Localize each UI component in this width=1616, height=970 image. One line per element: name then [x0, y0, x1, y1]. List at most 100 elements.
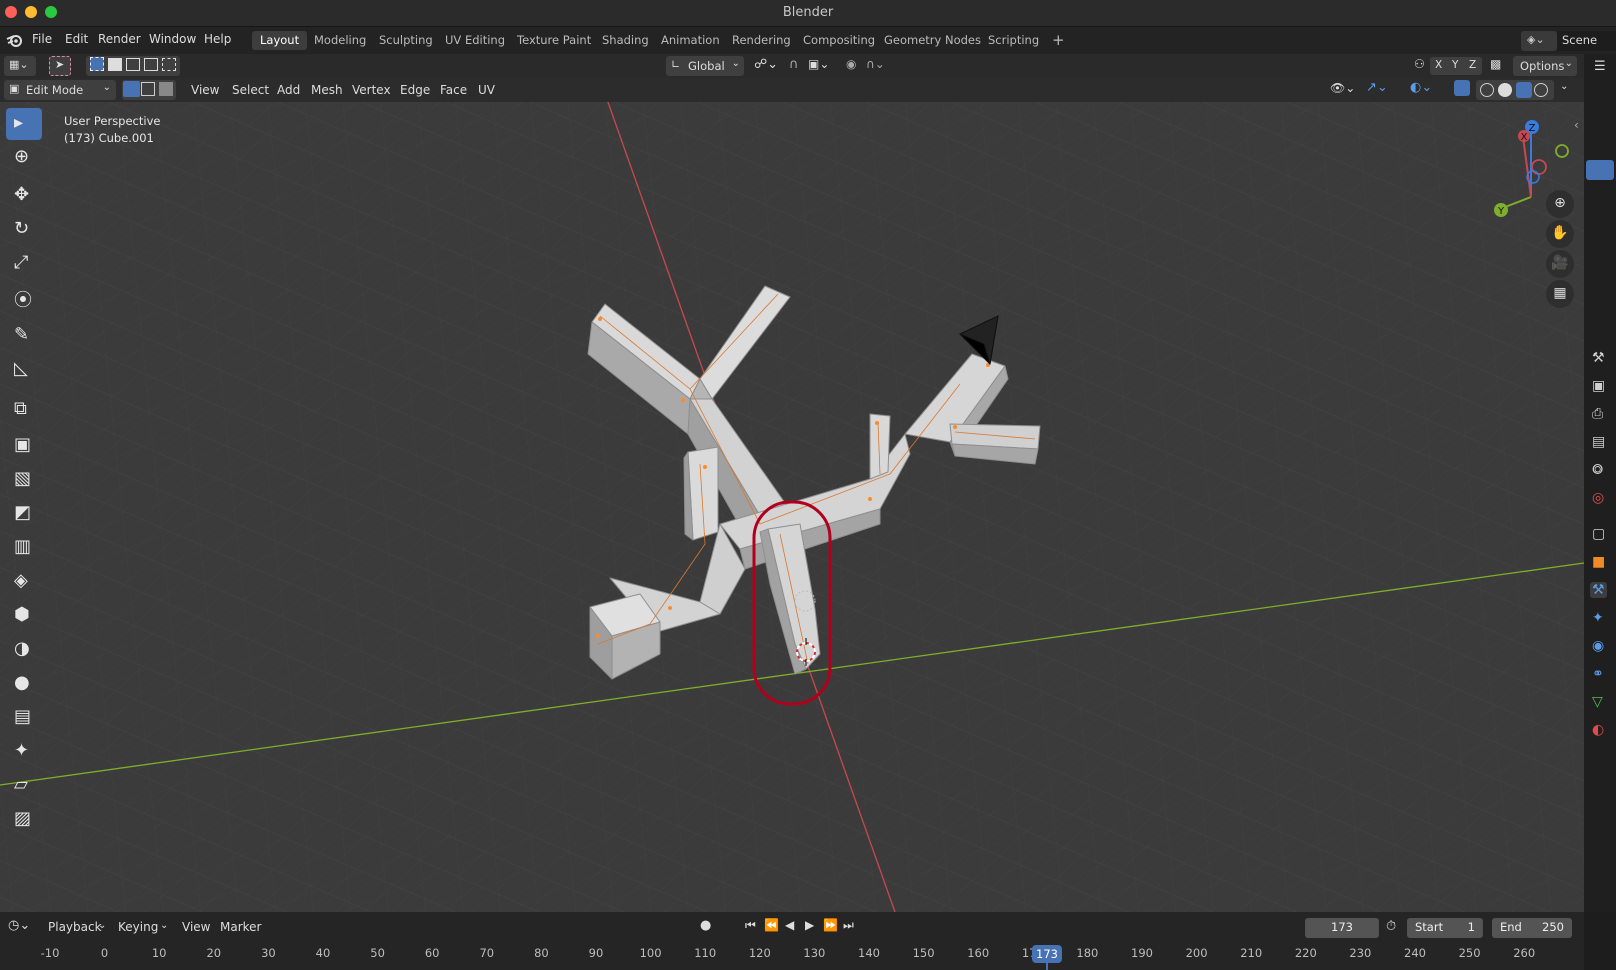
menu-vertex[interactable]: Vertex: [352, 83, 391, 97]
zoom-icon[interactable]: ⊕: [1546, 190, 1574, 218]
face-select-icon[interactable]: [159, 82, 173, 96]
constraints-icon[interactable]: ⚭: [1592, 666, 1604, 682]
mirror-y-button[interactable]: Y: [1452, 59, 1458, 71]
tool-transform[interactable]: ⦿: [6, 282, 42, 314]
tool-knife[interactable]: ◈: [6, 566, 42, 598]
solid-shading-icon[interactable]: [1498, 83, 1512, 97]
render-icon[interactable]: ▣: [1592, 378, 1605, 394]
particles-icon[interactable]: ✦: [1592, 610, 1604, 626]
menu-edit[interactable]: Edit: [65, 32, 88, 46]
tool-select-box[interactable]: ▸: [6, 108, 42, 140]
mirror-z-button[interactable]: Z: [1469, 59, 1476, 71]
auto-merge-icon[interactable]: ▩: [1490, 57, 1501, 71]
tool-extrude[interactable]: ▣: [6, 430, 42, 462]
tab-scripting[interactable]: Scripting: [980, 31, 1047, 50]
wireframe-shading-icon[interactable]: [1480, 83, 1494, 97]
output-icon[interactable]: ⎙: [1592, 406, 1603, 422]
tool-inset[interactable]: ▧: [6, 464, 42, 496]
gizmo-toggle-icon[interactable]: ↗⌄: [1366, 80, 1388, 95]
frame-ruler[interactable]: -10 0 10 20 30 40 50 60 70 80 90 100 110 120 130 140 150…: [0, 912, 1584, 970]
mode-dropdown[interactable]: ▣ Edit Mode ⌄: [4, 80, 116, 100]
mirror-x-button[interactable]: X: [1435, 59, 1442, 71]
mirror-icon[interactable]: ⚇: [1414, 57, 1425, 71]
menu-window[interactable]: Window: [149, 32, 196, 46]
tool-smooth[interactable]: ●: [6, 668, 42, 700]
playhead-frame-indicator[interactable]: 173: [1032, 945, 1062, 963]
material-preview-icon[interactable]: [1516, 82, 1532, 98]
select-new-icon[interactable]: [90, 57, 104, 71]
tool-annotate[interactable]: ✎: [6, 320, 42, 352]
selection-mode-buttons[interactable]: [86, 56, 180, 76]
menu-select[interactable]: Select: [232, 83, 269, 97]
outliner-icon[interactable]: ☰: [1594, 59, 1606, 74]
select-subtract-icon[interactable]: [126, 58, 140, 71]
selected-item-icon[interactable]: [1586, 160, 1614, 180]
tool-add-cube[interactable]: ⧉: [6, 394, 42, 426]
menu-face[interactable]: Face: [440, 83, 467, 97]
menu-mesh[interactable]: Mesh: [311, 83, 343, 97]
tab-uv-editing[interactable]: UV Editing: [437, 31, 513, 50]
physics-icon[interactable]: ◉: [1592, 638, 1604, 654]
visibility-icon[interactable]: 👁⌄: [1330, 81, 1355, 95]
select-extend-icon[interactable]: [108, 58, 122, 71]
falloff-icon[interactable]: ∩⌄: [866, 57, 885, 71]
shading-mode-buttons[interactable]: [1476, 80, 1554, 100]
tab-sculpting[interactable]: Sculpting: [371, 31, 441, 50]
pan-hand-icon[interactable]: ✋: [1546, 220, 1574, 248]
tool-edge-slide[interactable]: ▤: [6, 702, 42, 734]
tool-move[interactable]: ✥: [6, 180, 42, 212]
tab-modeling[interactable]: Modeling: [306, 31, 374, 50]
mirror-axis-buttons[interactable]: X Y Z: [1430, 57, 1482, 75]
options-dropdown[interactable]: Options ⌄: [1513, 56, 1577, 76]
transform-orientation-dropdown[interactable]: ∟ Global ⌄: [666, 56, 744, 76]
collection-icon[interactable]: ▢: [1592, 526, 1605, 542]
xray-toggle-icon[interactable]: [1454, 80, 1470, 96]
tool-spin[interactable]: ◑: [6, 634, 42, 666]
scene-name-field[interactable]: Scene: [1557, 31, 1616, 51]
sidebar-toggle-icon[interactable]: ‹: [1574, 118, 1579, 132]
data-icon[interactable]: ▽: [1592, 694, 1603, 710]
tool-loop-cut[interactable]: ▥: [6, 532, 42, 564]
rendered-shading-icon[interactable]: [1534, 83, 1548, 97]
active-tool-button[interactable]: ➤: [49, 56, 71, 76]
menu-render[interactable]: Render: [98, 32, 141, 46]
tab-layout[interactable]: Layout: [252, 31, 308, 50]
3d-viewport[interactable]: Z Y X ▦⌄ ➤ ∟ Global ⌄ ☍⌄ ∩ ▣⌄ ◉ ∩⌄ ⚇ X Y…: [0, 54, 1584, 912]
pivot-point-icon[interactable]: ☍⌄: [754, 57, 778, 72]
edge-select-icon[interactable]: [141, 82, 155, 96]
menu-file[interactable]: File: [32, 32, 52, 46]
tool-rip[interactable]: ▨: [6, 804, 42, 836]
vertex-select-icon[interactable]: [123, 81, 140, 97]
tool-measure[interactable]: ◺: [6, 354, 42, 386]
material-icon[interactable]: ◐: [1592, 722, 1604, 738]
menu-edge[interactable]: Edge: [400, 83, 430, 97]
snap-icon[interactable]: ∩: [789, 57, 799, 72]
tool-poly-build[interactable]: ⬢: [6, 600, 42, 632]
proportional-edit-icon[interactable]: ◉: [846, 57, 856, 71]
object-icon[interactable]: ■: [1592, 554, 1605, 570]
world-icon[interactable]: ◎: [1592, 490, 1604, 506]
viewport-scene[interactable]: Z Y X: [0, 54, 1584, 912]
menu-view[interactable]: View: [191, 83, 219, 97]
tool-shear[interactable]: ▱: [6, 770, 42, 802]
select-intersect-icon[interactable]: [162, 58, 176, 71]
tab-texture-paint[interactable]: Texture Paint: [509, 31, 599, 50]
menu-uv[interactable]: UV: [478, 83, 495, 97]
editor-type-button[interactable]: ▦⌄: [4, 56, 36, 76]
scene-selector-button[interactable]: ◈⌄: [1521, 31, 1557, 51]
tool-bevel[interactable]: ◩: [6, 498, 42, 530]
tab-rendering[interactable]: Rendering: [724, 31, 799, 50]
add-workspace-icon[interactable]: +: [1044, 29, 1073, 49]
shading-options-icon[interactable]: ⌄: [1560, 81, 1568, 92]
tool-icon[interactable]: ⚒: [1592, 350, 1605, 366]
select-invert-icon[interactable]: [144, 58, 158, 71]
tool-scale[interactable]: ⤢: [6, 248, 42, 280]
tool-shrink-fatten[interactable]: ✦: [6, 736, 42, 768]
tool-rotate[interactable]: ↻: [6, 214, 42, 246]
camera-view-icon[interactable]: 🎥: [1546, 250, 1574, 278]
overlays-icon[interactable]: ◐⌄: [1410, 80, 1432, 95]
view-layer-icon[interactable]: ▤: [1592, 434, 1605, 450]
tab-geometry-nodes[interactable]: Geometry Nodes: [876, 31, 989, 50]
snap-target-icon[interactable]: ▣⌄: [808, 57, 829, 71]
blender-logo-icon[interactable]: [6, 32, 23, 49]
